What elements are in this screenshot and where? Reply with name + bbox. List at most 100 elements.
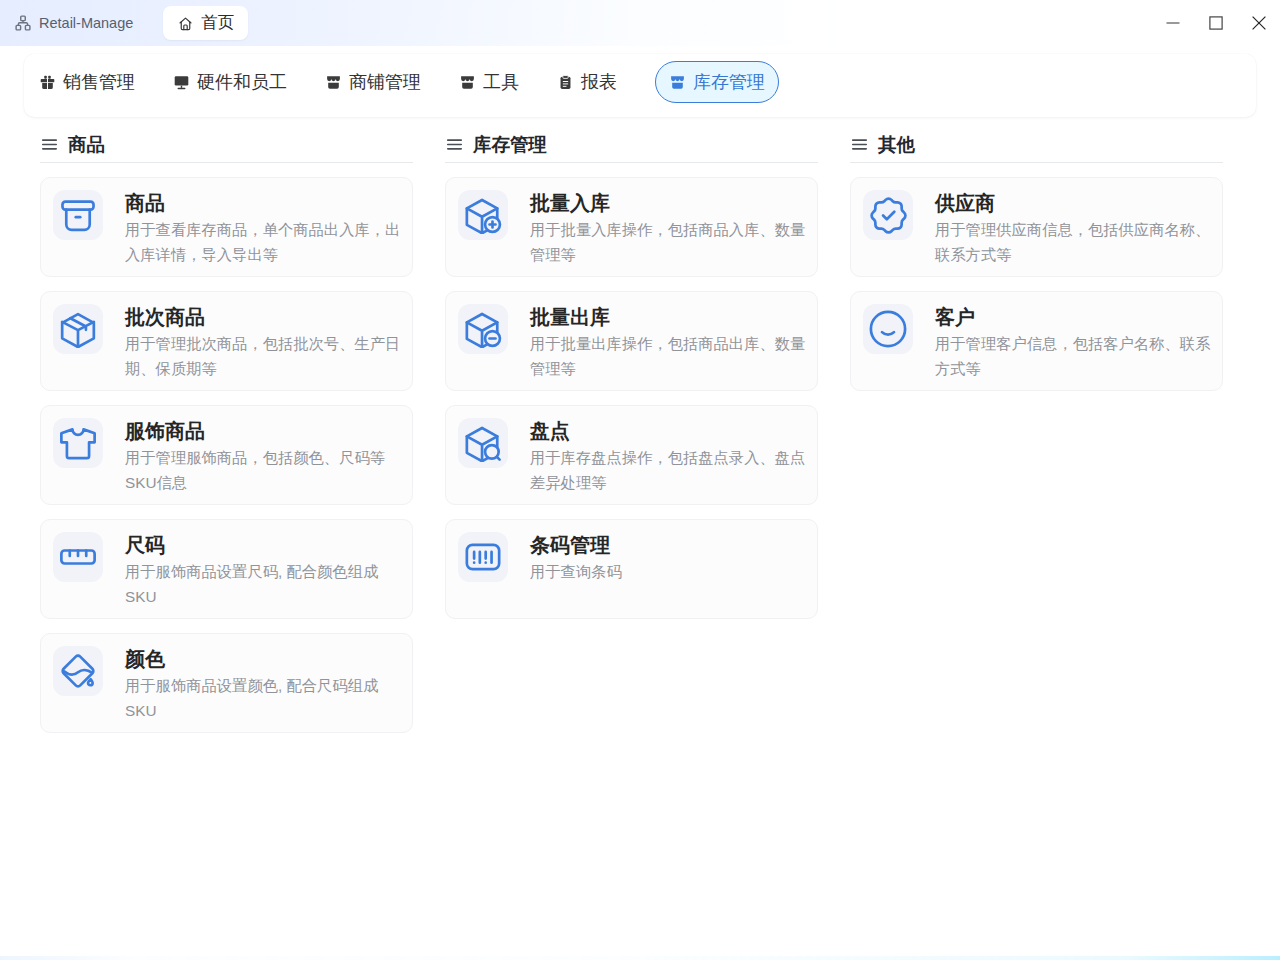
monitor-icon [173,74,190,91]
card-text: 颜色用于服饰商品设置颜色, 配合尺码组成SKU [125,634,406,732]
column-title: 库存管理 [473,132,547,157]
column-others: 其他供应商用于管理供应商信息，包括供应商名称、联系方式等客户用于管理客户信息，包… [850,133,1223,733]
card-title: 盘点 [530,421,811,442]
nav-tab-label: 工具 [483,70,519,94]
color-swatch-icon [53,646,103,696]
column-header-inventory: 库存管理 [445,133,818,155]
nav-tab-hardware-staff[interactable]: 硬件和员工 [173,70,287,94]
barcode-icon [458,532,508,582]
card-text: 批次商品用于管理批次商品，包括批次号、生产日期、保质期等 [125,292,406,390]
nav-tab-reports[interactable]: 报表 [557,70,617,94]
column-header-others: 其他 [850,133,1223,155]
card-description: 用于批量出库操作，包括商品出库、数量管理等 [530,331,811,381]
home-icon [177,15,194,32]
window-controls [1151,0,1280,46]
card-text: 服饰商品用于管理服饰商品，包括颜色、尺码等SKU信息 [125,406,406,504]
card-stocktake[interactable]: 盘点用于库存盘点操作，包括盘点录入、盘点差异处理等 [445,405,818,505]
cube-minus-icon [458,304,508,354]
card-description: 用于库存盘点操作，包括盘点录入、盘点差异处理等 [530,445,811,495]
card-text: 供应商用于管理供应商信息，包括供应商名称、联系方式等 [935,178,1216,276]
card-description: 用于服饰商品设置尺码, 配合颜色组成SKU [125,559,406,609]
archive-box-icon [53,190,103,240]
column-divider [850,162,1223,163]
nav-tab-tools[interactable]: 工具 [459,70,519,94]
home-tab-label: 首页 [201,12,234,34]
card-batch-goods[interactable]: 批次商品用于管理批次商品，包括批次号、生产日期、保质期等 [40,291,413,391]
card-bulk-inbound[interactable]: 批量入库用于批量入库操作，包括商品入库、数量管理等 [445,177,818,277]
card-description: 用于管理服饰商品，包括颜色、尺码等SKU信息 [125,445,406,495]
nav-tab-label: 库存管理 [693,70,765,94]
package-icon [53,304,103,354]
column-divider [445,162,818,163]
cube-plus-icon [458,190,508,240]
nav-bar: 销售管理 硬件和员工 商铺管理 工具 报表 库存管理 [24,54,1256,117]
clipboard-icon [557,74,574,91]
menu-icon [850,135,869,154]
card-text: 批量入库用于批量入库操作，包括商品入库、数量管理等 [530,178,811,276]
column-title: 其他 [878,132,915,157]
card-apparel-goods[interactable]: 服饰商品用于管理服饰商品，包括颜色、尺码等SKU信息 [40,405,413,505]
card-title: 批量出库 [530,307,811,328]
sitemap-icon [14,14,32,32]
nav-tab-label: 商铺管理 [349,70,421,94]
card-title: 客户 [935,307,1216,328]
titlebar: Retail-Manage 首页 [0,0,1280,46]
menu-icon [445,135,464,154]
card-size[interactable]: 尺码用于服饰商品设置尺码, 配合颜色组成SKU [40,519,413,619]
card-title: 条码管理 [530,535,811,556]
gift-icon [39,74,56,91]
nav-tab-label: 报表 [581,70,617,94]
card-title: 批量入库 [530,193,811,214]
card-text: 条码管理用于查询条码 [530,520,811,618]
tshirt-icon [53,418,103,468]
card-goods[interactable]: 商品用于查看库存商品，单个商品出入库，出入库详情，导入导出等 [40,177,413,277]
storefront-icon [459,74,476,91]
card-title: 颜色 [125,649,406,670]
content: 商品商品用于查看库存商品，单个商品出入库，出入库详情，导入导出等批次商品用于管理… [0,117,1280,733]
card-text: 商品用于查看库存商品，单个商品出入库，出入库详情，导入导出等 [125,178,406,276]
smile-icon [863,304,913,354]
card-color[interactable]: 颜色用于服饰商品设置颜色, 配合尺码组成SKU [40,633,413,733]
home-tab[interactable]: 首页 [163,6,248,40]
nav-tab-shop[interactable]: 商铺管理 [325,70,421,94]
card-title: 供应商 [935,193,1216,214]
menu-icon [40,135,59,154]
card-text: 客户用于管理客户信息，包括客户名称、联系方式等 [935,292,1216,390]
ruler-icon [53,532,103,582]
column-goods: 商品商品用于查看库存商品，单个商品出入库，出入库详情，导入导出等批次商品用于管理… [40,133,413,733]
maximize-button[interactable] [1194,0,1237,46]
card-description: 用于管理批次商品，包括批次号、生产日期、保质期等 [125,331,406,381]
card-title: 批次商品 [125,307,406,328]
card-customer[interactable]: 客户用于管理客户信息，包括客户名称、联系方式等 [850,291,1223,391]
nav-tab-inventory[interactable]: 库存管理 [655,61,779,103]
card-bulk-outbound[interactable]: 批量出库用于批量出库操作，包括商品出库、数量管理等 [445,291,818,391]
app-title: Retail-Manage [39,15,133,31]
column-inventory: 库存管理批量入库用于批量入库操作，包括商品入库、数量管理等批量出库用于批量出库操… [445,133,818,733]
card-barcode[interactable]: 条码管理用于查询条码 [445,519,818,619]
card-title: 商品 [125,193,406,214]
card-description: 用于批量入库操作，包括商品入库、数量管理等 [530,217,811,267]
column-title: 商品 [68,132,105,157]
nav-tab-label: 销售管理 [63,70,135,94]
card-supplier[interactable]: 供应商用于管理供应商信息，包括供应商名称、联系方式等 [850,177,1223,277]
card-title: 服饰商品 [125,421,406,442]
cube-search-icon [458,418,508,468]
card-description: 用于管理客户信息，包括客户名称、联系方式等 [935,331,1216,381]
column-header-goods: 商品 [40,133,413,155]
card-text: 盘点用于库存盘点操作，包括盘点录入、盘点差异处理等 [530,406,811,504]
nav-tab-sales[interactable]: 销售管理 [39,70,135,94]
storefront-icon [325,74,342,91]
card-text: 批量出库用于批量出库操作，包括商品出库、数量管理等 [530,292,811,390]
card-text: 尺码用于服饰商品设置尺码, 配合颜色组成SKU [125,520,406,618]
badge-check-icon [863,190,913,240]
minimize-button[interactable] [1151,0,1194,46]
window-bottom-edge [0,956,1280,960]
card-description: 用于管理供应商信息，包括供应商名称、联系方式等 [935,217,1216,267]
close-button[interactable] [1237,0,1280,46]
card-title: 尺码 [125,535,406,556]
storefront-icon [669,74,686,91]
card-description: 用于服饰商品设置颜色, 配合尺码组成SKU [125,673,406,723]
column-divider [40,162,413,163]
card-description: 用于查询条码 [530,559,811,584]
nav-tab-label: 硬件和员工 [197,70,287,94]
